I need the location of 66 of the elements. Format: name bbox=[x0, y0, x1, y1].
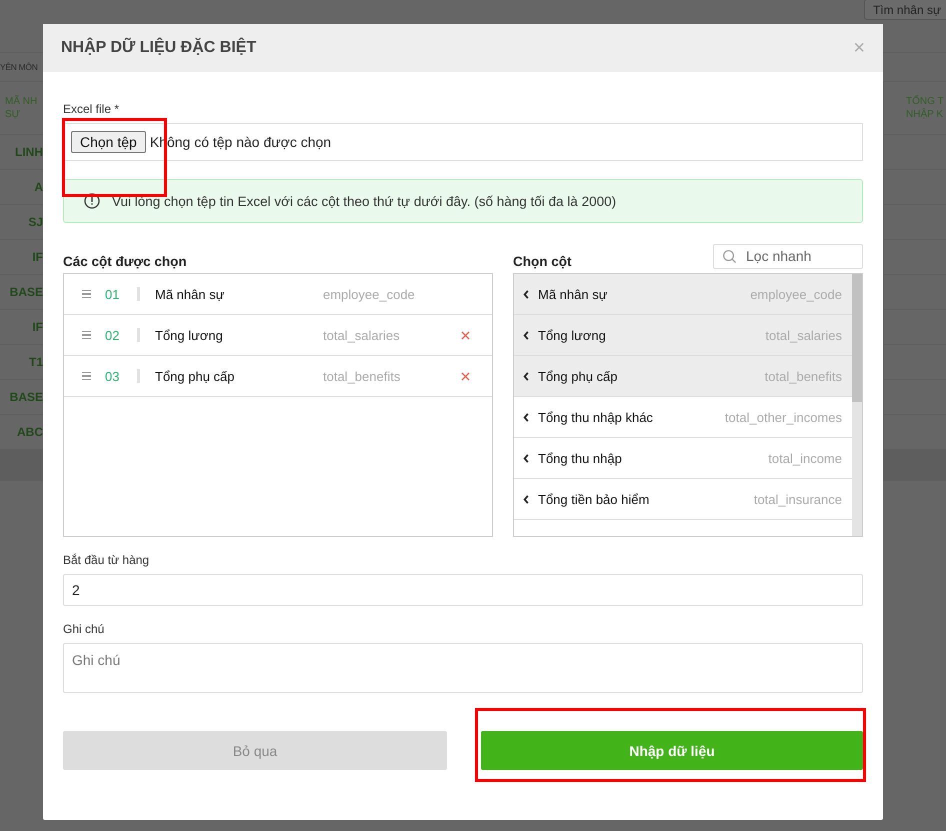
column-name: Tổng lương bbox=[538, 328, 607, 342]
column-header: TỔNG T bbox=[906, 95, 945, 108]
remove-icon[interactable] bbox=[461, 330, 470, 340]
column-name: Tổng thu nhập khác bbox=[538, 410, 654, 424]
section-title: Các cột được chọn bbox=[63, 254, 187, 268]
tab-label: YÊN MÔN bbox=[0, 62, 38, 72]
table-cell: BASE bbox=[10, 390, 43, 404]
column-name: Tổng phụ cấp bbox=[155, 368, 236, 384]
list-item[interactable]: Tổng phụ cấp total_benefits bbox=[514, 356, 852, 397]
table-cell: SJ bbox=[28, 215, 43, 229]
table-cell: A bbox=[34, 180, 43, 194]
column-index: 03 bbox=[105, 368, 120, 384]
table-cell: T1 bbox=[28, 355, 43, 369]
field-label: Bắt đầu từ hàng bbox=[63, 553, 150, 567]
column-name: Tổng thu nhập bbox=[538, 450, 623, 466]
notice-text: Vui lòng chọn tệp tin Excel với các cột theo thứ tự dưới đây. (số hàng tối đa là 2000) bbox=[112, 194, 616, 208]
list-item[interactable]: 03 Tổng phụ cấp total_benefits bbox=[64, 356, 492, 397]
column-header: SỰ bbox=[5, 108, 22, 121]
column-key: employee_code bbox=[750, 286, 842, 302]
column-index: 01 bbox=[105, 286, 120, 302]
column-header: NHẬP K bbox=[906, 108, 944, 121]
field-label: Excel file * bbox=[63, 102, 120, 116]
chevron-left-icon bbox=[523, 494, 529, 504]
table-cell: IF bbox=[32, 320, 43, 334]
filter-field[interactable]: Lọc nhanh bbox=[713, 244, 863, 268]
list-item[interactable]: Tổng lương total_salaries bbox=[514, 315, 852, 356]
list-item[interactable]: 02 Tổng lương total_salaries bbox=[64, 315, 492, 356]
scrollbar-thumb[interactable] bbox=[852, 274, 862, 402]
info-icon bbox=[84, 193, 100, 209]
drag-handle-icon[interactable] bbox=[82, 330, 91, 340]
column-key: employee_code bbox=[323, 286, 461, 302]
column-name: Tổng tiền bảo hiểm bbox=[538, 492, 650, 506]
choose-file-button[interactable]: Chọn tệp bbox=[71, 131, 146, 153]
scrollbar[interactable] bbox=[852, 274, 862, 536]
list-item[interactable]: 01 Mã nhân sự employee_code bbox=[64, 274, 492, 315]
table-cell: ABC bbox=[17, 425, 43, 439]
start-row-field[interactable]: 2 bbox=[63, 574, 863, 606]
column-key: total_salaries bbox=[323, 328, 461, 342]
column-key: total_income bbox=[768, 450, 842, 466]
column-key: total_benefits bbox=[764, 368, 842, 384]
remove-icon[interactable] bbox=[461, 372, 470, 380]
chevron-left-icon bbox=[523, 412, 529, 422]
drag-handle-icon[interactable] bbox=[82, 372, 91, 380]
chevron-left-icon bbox=[523, 290, 529, 298]
chevron-left-icon bbox=[523, 330, 529, 340]
column-key: total_salaries bbox=[765, 328, 842, 342]
drag-handle-icon[interactable] bbox=[82, 290, 91, 298]
chevron-left-icon bbox=[523, 454, 529, 462]
list-item[interactable]: Mã nhân sự employee_code bbox=[514, 274, 852, 315]
column-key: total_insurance bbox=[754, 492, 842, 506]
column-header: MÃ NH bbox=[5, 95, 38, 108]
field-label: Ghi chú bbox=[63, 622, 106, 636]
chevron-left-icon bbox=[523, 372, 529, 380]
column-key: total_other_incomes bbox=[724, 410, 842, 424]
note-field[interactable]: Ghi chú bbox=[63, 643, 863, 693]
table-cell: IF bbox=[32, 250, 43, 264]
table-cell: BASE bbox=[10, 285, 43, 299]
section-title: Chọn cột bbox=[513, 254, 572, 268]
dialog-title: NHẬP DỮ LIỆU ĐẶC BIỆT bbox=[61, 39, 256, 57]
column-name: Tổng phụ cấp bbox=[538, 368, 619, 384]
column-name: Tổng lương bbox=[155, 328, 224, 342]
table-cell: LINH bbox=[15, 145, 43, 159]
column-key: total_benefits bbox=[323, 368, 461, 384]
column-name: Mã nhân sự bbox=[538, 286, 608, 302]
column-index: 02 bbox=[105, 328, 120, 342]
column-name: Mã nhân sự bbox=[155, 286, 226, 302]
